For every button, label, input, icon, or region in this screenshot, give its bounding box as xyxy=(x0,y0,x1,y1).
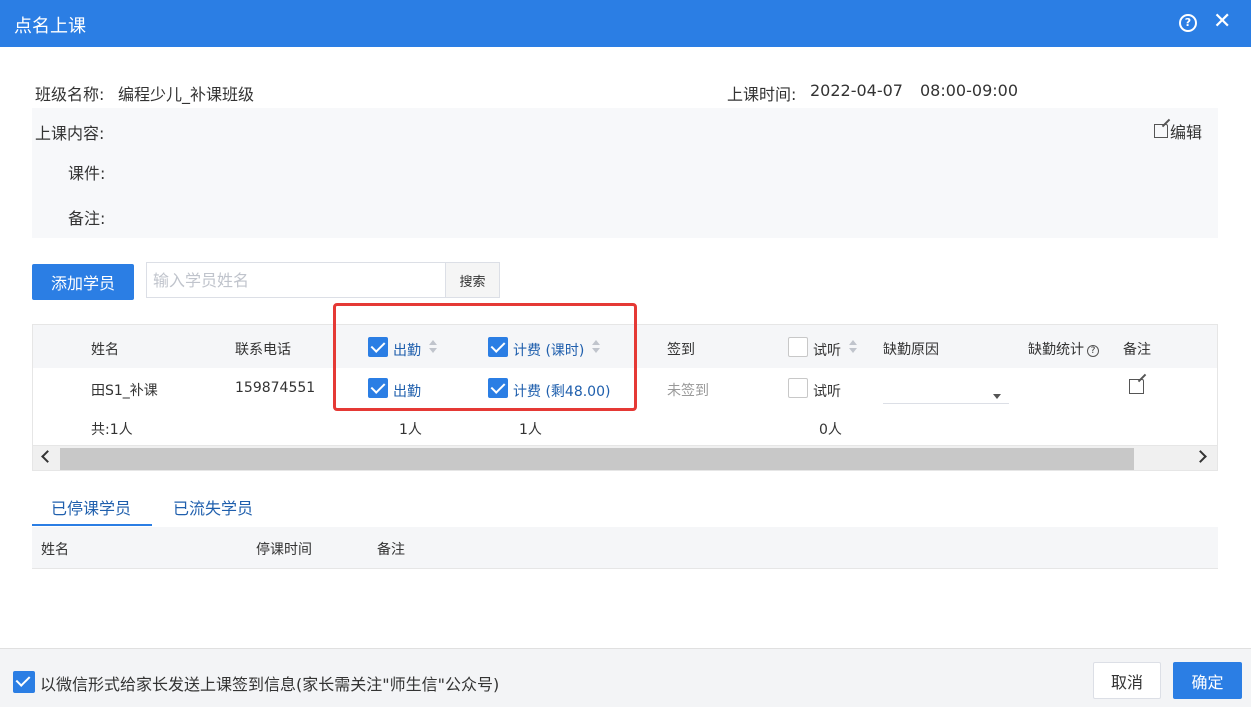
chevron-down-icon xyxy=(993,394,1001,399)
absence-reason-select[interactable] xyxy=(883,382,1009,404)
tab-lost-students[interactable]: 已流失学员 xyxy=(173,495,253,519)
summary-total: 共:1人 xyxy=(91,422,133,438)
row-trial: 试听 xyxy=(813,384,841,400)
help-icon[interactable]: ? xyxy=(1179,14,1197,32)
close-icon[interactable]: ✕ xyxy=(1213,9,1231,35)
edit-content-button[interactable]: 编辑 xyxy=(1154,119,1202,143)
search-input[interactable] xyxy=(146,262,446,298)
header-absence-stats-label: 缺勤统计 xyxy=(1028,342,1084,358)
dialog-titlebar: 点名上课 ? ✕ xyxy=(0,0,1251,47)
dialog-title: 点名上课 xyxy=(14,16,86,37)
class-time-label: 上课时间: xyxy=(727,85,797,104)
dialog-footer: 以微信形式给家长发送上课签到信息(家长需关注"师生信"公众号) 取消 确定 xyxy=(0,648,1251,707)
header-trial: 试听 xyxy=(813,343,841,359)
header-remark: 备注 xyxy=(1123,342,1151,358)
active-tab-indicator xyxy=(32,524,152,526)
courseware-label: 课件: xyxy=(68,164,106,183)
question-icon[interactable]: ? xyxy=(1087,345,1099,357)
trial-checkbox[interactable] xyxy=(788,378,808,398)
wechat-notice-checkbox[interactable] xyxy=(13,671,35,693)
class-content-panel xyxy=(32,108,1218,238)
summary-attend: 1人 xyxy=(399,422,422,438)
edit-label: 编辑 xyxy=(1170,123,1203,142)
header-absence-stats: 缺勤统计? xyxy=(1028,339,1099,359)
highlight-annotation xyxy=(333,303,637,411)
class-time-value: 08:00-09:00 xyxy=(920,81,1018,100)
note-label: 备注: xyxy=(68,209,106,228)
summary-fee: 1人 xyxy=(519,422,542,438)
header-phone: 联系电话 xyxy=(235,342,291,358)
horizontal-scrollbar[interactable] xyxy=(33,445,1217,470)
edit-icon xyxy=(1154,124,1168,138)
trial-all-checkbox[interactable] xyxy=(788,337,808,357)
class-content-label: 上课内容: xyxy=(35,124,105,143)
row-name: 田S1_补课 xyxy=(91,383,158,399)
stopped-header-remark: 备注 xyxy=(377,542,405,558)
row-signin: 未签到 xyxy=(667,383,709,399)
add-student-button[interactable]: 添加学员 xyxy=(32,264,134,300)
class-date-value: 2022-04-07 xyxy=(810,81,903,100)
confirm-button[interactable]: 确定 xyxy=(1173,662,1242,699)
cancel-button[interactable]: 取消 xyxy=(1093,662,1161,699)
header-name: 姓名 xyxy=(91,342,119,358)
row-phone: 159874551 xyxy=(235,380,316,396)
arrow-right-icon[interactable] xyxy=(1194,450,1207,463)
stopped-header-name: 姓名 xyxy=(41,542,69,558)
search-button[interactable]: 搜索 xyxy=(445,262,500,298)
sort-icon[interactable] xyxy=(849,340,857,354)
class-name-value: 编程少儿_补课班级 xyxy=(118,85,255,104)
header-absence-reason: 缺勤原因 xyxy=(883,342,939,358)
scrollbar-thumb[interactable] xyxy=(60,448,1134,470)
header-signin: 签到 xyxy=(667,342,695,358)
wechat-notice-label: 以微信形式给家长发送上课签到信息(家长需关注"师生信"公众号) xyxy=(40,675,500,694)
summary-trial: 0人 xyxy=(819,422,842,438)
edit-icon[interactable] xyxy=(1129,379,1144,394)
class-name-label: 班级名称: xyxy=(35,85,105,104)
tab-stopped-students[interactable]: 已停课学员 xyxy=(51,495,131,519)
stopped-header-time: 停课时间 xyxy=(256,542,312,558)
student-status-tabs: 已停课学员 已流失学员 xyxy=(32,489,1218,527)
arrow-left-icon[interactable] xyxy=(41,450,54,463)
stopped-students-header: 姓名 停课时间 备注 xyxy=(32,527,1218,569)
